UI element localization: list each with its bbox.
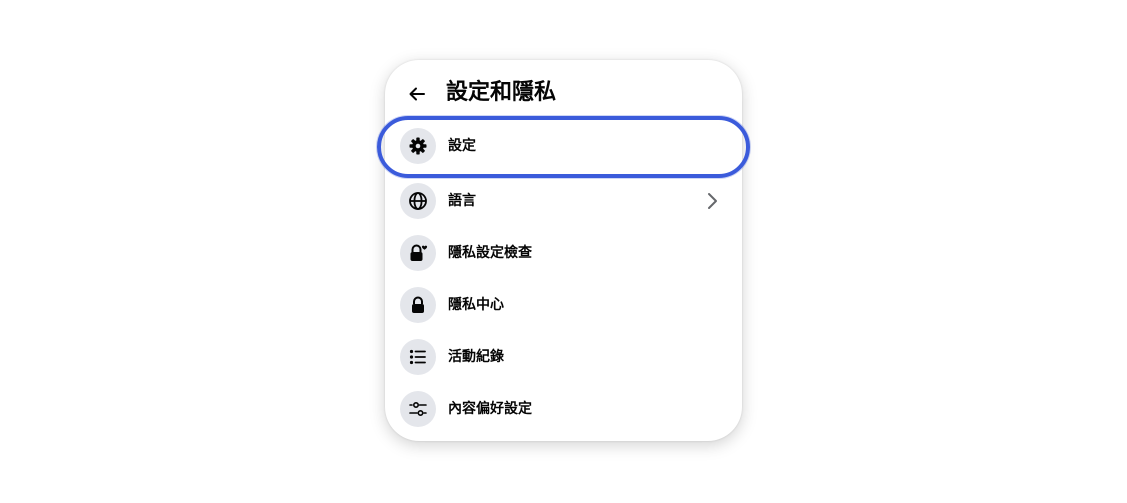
chevron-right-icon bbox=[702, 191, 722, 211]
menu-item-label: 隱私設定檢查 bbox=[448, 245, 532, 261]
page-title: 設定和隱私 bbox=[446, 80, 557, 105]
menu-item-label: 設定 bbox=[448, 138, 476, 154]
lock-heart-icon bbox=[400, 235, 436, 271]
back-button[interactable] bbox=[405, 82, 429, 106]
lock-icon bbox=[400, 287, 436, 323]
globe-icon bbox=[400, 183, 436, 219]
stage: 設定和隱私 設定 語言 隱私設定檢查 隱私中心 活動紀錄 內容偏好設定 bbox=[0, 0, 1127, 503]
menu-item-label: 活動紀錄 bbox=[448, 349, 504, 365]
menu-item-settings[interactable]: 設定 bbox=[393, 122, 734, 170]
menu-item-privacy-center[interactable]: 隱私中心 bbox=[393, 281, 734, 329]
menu-item-label: 隱私中心 bbox=[448, 297, 504, 313]
panel-header: 設定和隱私 bbox=[385, 60, 742, 126]
menu-item-language[interactable]: 語言 bbox=[393, 177, 734, 225]
sliders-icon bbox=[400, 391, 436, 427]
settings-privacy-panel: 設定和隱私 設定 語言 隱私設定檢查 隱私中心 活動紀錄 內容偏好設定 bbox=[385, 60, 742, 441]
menu-item-privacy-checkup[interactable]: 隱私設定檢查 bbox=[393, 229, 734, 277]
gear-icon bbox=[400, 128, 436, 164]
menu-item-activity-log[interactable]: 活動紀錄 bbox=[393, 333, 734, 381]
menu-item-content-preferences[interactable]: 內容偏好設定 bbox=[393, 385, 734, 433]
list-icon bbox=[400, 339, 436, 375]
arrow-left-icon bbox=[407, 84, 427, 104]
menu-item-label: 內容偏好設定 bbox=[448, 401, 532, 417]
menu-item-label: 語言 bbox=[448, 193, 476, 209]
